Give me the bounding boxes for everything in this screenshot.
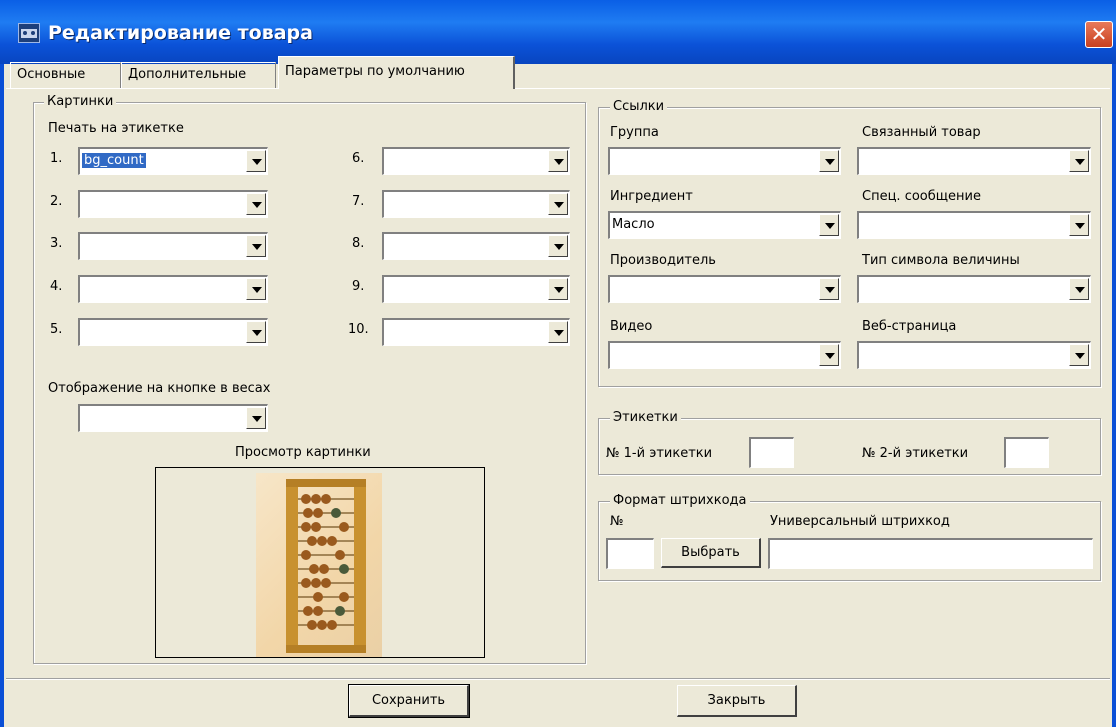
second-label-input[interactable] xyxy=(1004,437,1049,468)
chevron-down-icon[interactable] xyxy=(819,344,839,366)
group-select[interactable] xyxy=(608,147,841,175)
field-label-video: Видео xyxy=(610,319,653,334)
barcode-number-label: № xyxy=(610,514,624,529)
links-legend: Ссылки xyxy=(610,99,668,114)
window-frame-right xyxy=(1112,64,1116,727)
slot-number: 10. xyxy=(348,322,369,337)
unit-symbol-select[interactable] xyxy=(857,275,1091,303)
chevron-down-icon[interactable] xyxy=(548,321,568,343)
picture-slot-8[interactable] xyxy=(382,232,570,260)
chevron-down-icon[interactable] xyxy=(246,235,266,257)
chevron-down-icon[interactable] xyxy=(246,278,266,300)
picture-slot-2[interactable] xyxy=(78,190,268,218)
labels-legend: Этикетки xyxy=(610,410,681,425)
field-label-special: Спец. сообщение xyxy=(862,189,981,204)
picture-slot-3[interactable] xyxy=(78,232,268,260)
pictures-legend: Картинки xyxy=(44,94,117,109)
tab-default-params[interactable]: Параметры по умолчанию xyxy=(278,56,515,89)
preview-label: Просмотр картинки xyxy=(235,445,371,460)
barcode-number-input[interactable] xyxy=(606,538,654,569)
slot-number: 7. xyxy=(352,194,365,209)
chevron-down-icon[interactable] xyxy=(246,193,266,215)
chevron-down-icon[interactable] xyxy=(1069,278,1089,300)
webpage-select[interactable] xyxy=(857,341,1091,369)
chevron-down-icon[interactable] xyxy=(246,150,266,172)
chevron-down-icon[interactable] xyxy=(819,150,839,172)
chevron-down-icon[interactable] xyxy=(246,321,266,343)
combo-value: Масло xyxy=(612,217,655,232)
slot-number: 1. xyxy=(50,151,63,166)
picture-slot-10[interactable] xyxy=(382,318,570,346)
field-label-unit-symbol: Тип символа величины xyxy=(862,253,1020,268)
chevron-down-icon[interactable] xyxy=(819,214,839,236)
slot-number: 2. xyxy=(50,194,63,209)
field-label-group: Группа xyxy=(610,125,659,140)
abacus-image xyxy=(256,473,382,657)
picture-slot-1[interactable]: bg_count xyxy=(78,147,268,175)
slot-number: 3. xyxy=(50,236,63,251)
window-frame-left xyxy=(0,64,4,727)
button-display-select[interactable] xyxy=(78,404,268,432)
close-window-button[interactable]: ✕ xyxy=(1085,21,1113,48)
choose-button[interactable]: Выбрать xyxy=(661,538,761,568)
field-label-ingredient: Ингредиент xyxy=(610,189,693,204)
chevron-down-icon[interactable] xyxy=(246,407,266,429)
chevron-down-icon[interactable] xyxy=(548,278,568,300)
tab-main[interactable]: Основные xyxy=(10,62,121,88)
picture-slot-6[interactable] xyxy=(382,147,570,175)
second-label-caption: № 2-й этикетки xyxy=(862,446,969,461)
combo-value: bg_count xyxy=(82,153,146,168)
field-label-webpage: Веб-страница xyxy=(862,319,957,334)
field-label-manufacturer: Производитель xyxy=(610,253,716,268)
print-on-label-heading: Печать на этикетке xyxy=(48,121,184,136)
slot-number: 8. xyxy=(352,236,365,251)
first-label-caption: № 1-й этикетки xyxy=(606,446,713,461)
save-button[interactable]: Сохранить xyxy=(348,684,470,718)
chevron-down-icon[interactable] xyxy=(548,193,568,215)
chevron-down-icon[interactable] xyxy=(1069,150,1089,172)
barcode-legend: Формат штрихкода xyxy=(610,493,750,508)
picture-slot-7[interactable] xyxy=(382,190,570,218)
ingredient-select[interactable]: Масло xyxy=(608,211,841,239)
picture-slot-4[interactable] xyxy=(78,275,268,303)
first-label-input[interactable] xyxy=(749,437,794,468)
universal-barcode-label: Универсальный штрихкод xyxy=(770,514,950,529)
app-icon xyxy=(18,23,40,43)
slot-number: 9. xyxy=(352,279,365,294)
close-icon: ✕ xyxy=(1090,22,1108,46)
button-display-label: Отображение на кнопке в весах xyxy=(48,381,271,396)
close-button[interactable]: Закрыть xyxy=(677,685,797,717)
tab-panel-edge xyxy=(6,88,1110,89)
footer-divider-highlight xyxy=(6,679,1110,680)
chevron-down-icon[interactable] xyxy=(1069,344,1089,366)
manufacturer-select[interactable] xyxy=(608,275,841,303)
window-title: Редактирование товара xyxy=(48,22,313,44)
tab-additional[interactable]: Дополнительные xyxy=(121,62,276,88)
chevron-down-icon[interactable] xyxy=(1069,214,1089,236)
slot-number: 5. xyxy=(50,322,63,337)
chevron-down-icon[interactable] xyxy=(819,278,839,300)
video-select[interactable] xyxy=(608,341,841,369)
field-label-related: Связанный товар xyxy=(862,125,981,140)
universal-barcode-input[interactable] xyxy=(768,538,1093,569)
slot-number: 4. xyxy=(50,279,63,294)
picture-slot-5[interactable] xyxy=(78,318,268,346)
special-message-select[interactable] xyxy=(857,211,1091,239)
chevron-down-icon[interactable] xyxy=(548,150,568,172)
chevron-down-icon[interactable] xyxy=(548,235,568,257)
picture-slot-9[interactable] xyxy=(382,275,570,303)
slot-number: 6. xyxy=(352,151,365,166)
related-product-select[interactable] xyxy=(857,147,1091,175)
